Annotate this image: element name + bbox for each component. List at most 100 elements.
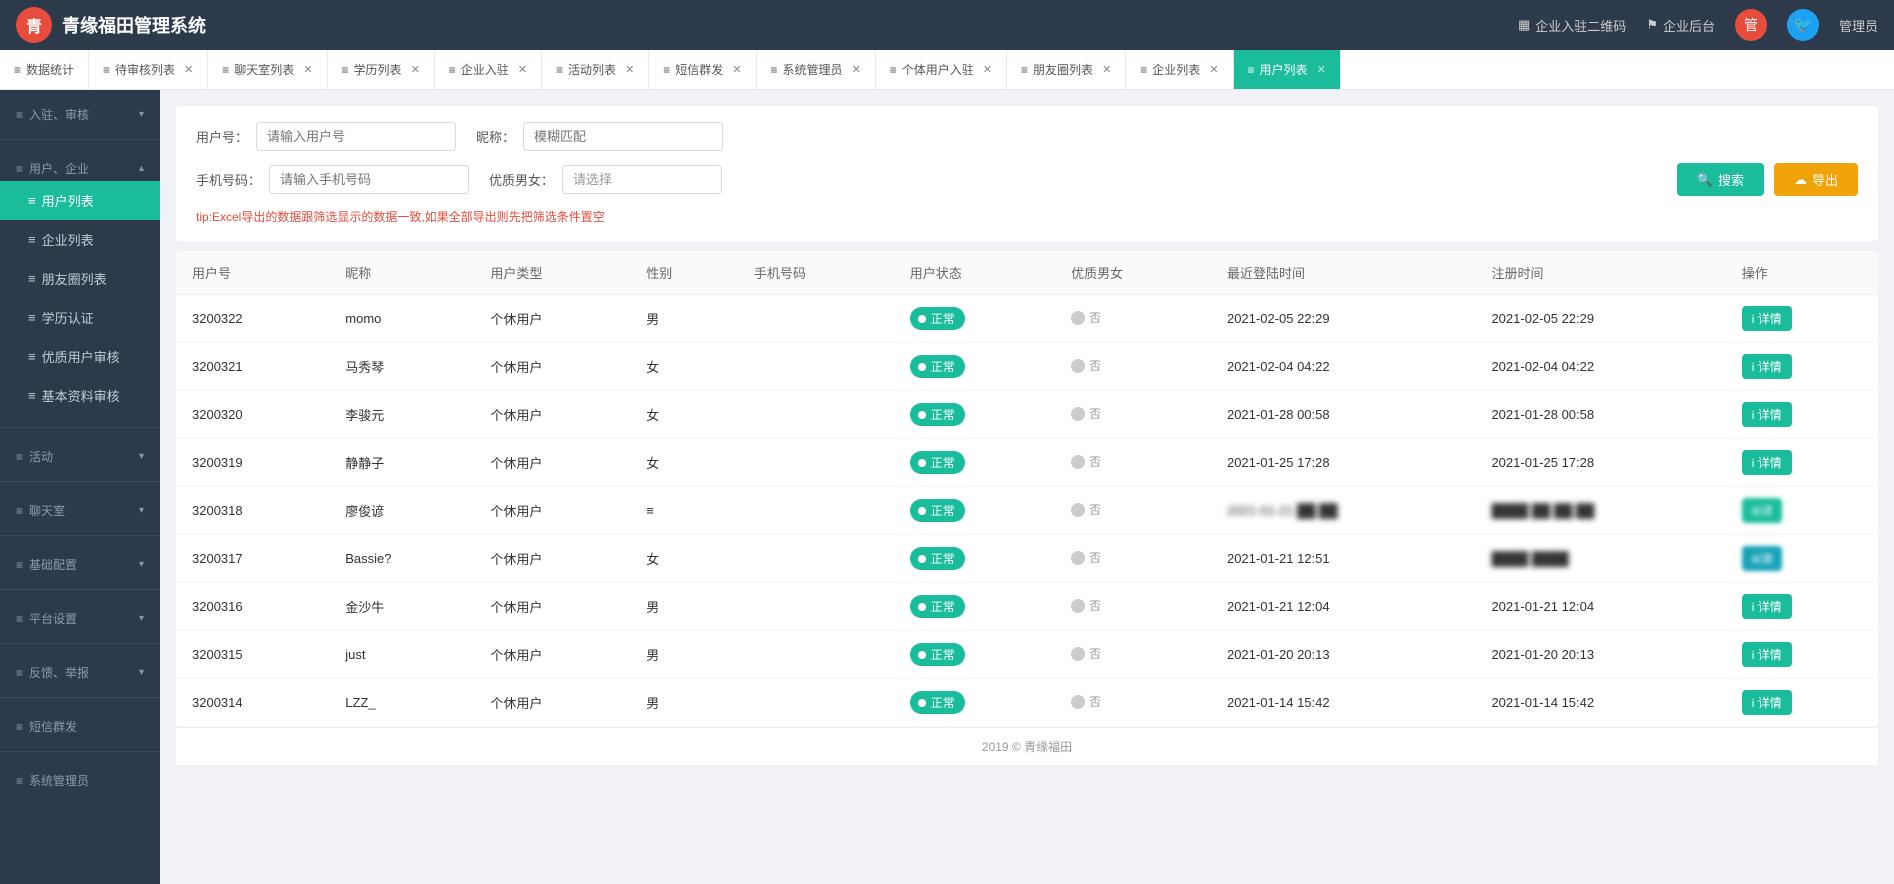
table-row: 3200316 金沙牛 个休用户 男 正常 否 2021-01-21 12:04…	[176, 583, 1878, 631]
tab-enterprise-settle[interactable]: ≡ 企业入驻 ✕	[435, 50, 542, 90]
menu-dot: ≡	[28, 193, 36, 208]
tab-activity[interactable]: ≡ 活动列表 ✕	[542, 50, 649, 90]
tab-close-icon[interactable]: ✕	[184, 63, 193, 76]
sidebar-header-feedback[interactable]: ≡ 反馈、举报 ▾	[0, 656, 160, 685]
tab-close-icon[interactable]: ✕	[1317, 63, 1326, 76]
quality-toggle[interactable]: 否	[1071, 549, 1101, 566]
sidebar-item-education[interactable]: ≡ 学历认证	[0, 298, 160, 337]
status-badge[interactable]: 正常	[910, 499, 965, 522]
tab-pending-review[interactable]: ≡ 待审核列表 ✕	[89, 50, 208, 90]
cell-gender: 男	[630, 631, 738, 679]
tab-close-icon[interactable]: ✕	[1102, 63, 1111, 76]
sidebar-header-config[interactable]: ≡ 基础配置 ▾	[0, 548, 160, 577]
sidebar-item-quality-review[interactable]: ≡ 优质用户审核	[0, 337, 160, 376]
search-button[interactable]: 🔍 搜索	[1677, 163, 1764, 196]
menu-icon: ≡	[16, 450, 23, 464]
tab-sms[interactable]: ≡ 短信群发 ✕	[649, 50, 756, 90]
cell-quality: 否	[1055, 487, 1211, 535]
nickname-input[interactable]	[523, 122, 723, 151]
table-row: 3200318 廖俊谚 个休用户 ≡ 正常 否 2021-01-21 ██:██…	[176, 487, 1878, 535]
cell-nickname: Bassie?	[329, 535, 474, 583]
tab-system-admin[interactable]: ≡ 系统管理员 ✕	[757, 50, 876, 90]
tab-chatroom[interactable]: ≡ 聊天室列表 ✕	[208, 50, 327, 90]
phone-group: 手机号码：	[196, 165, 469, 194]
cell-status: 正常	[894, 295, 1055, 343]
sidebar-item-enterprise-list[interactable]: ≡ 企业列表	[0, 220, 160, 259]
tab-close-icon[interactable]: ✕	[983, 63, 992, 76]
detail-button[interactable]: i 详情	[1742, 450, 1792, 475]
cell-user-id: 3200322	[176, 295, 329, 343]
tab-education[interactable]: ≡ 学历列表 ✕	[328, 50, 435, 90]
tab-close-icon[interactable]: ✕	[732, 63, 741, 76]
cell-user-type: 个休用户	[474, 679, 630, 727]
status-badge[interactable]: 正常	[910, 643, 965, 666]
tab-close-icon[interactable]: ✕	[852, 63, 861, 76]
detail-button[interactable]: i 详情	[1742, 354, 1792, 379]
detail-button[interactable]: iti详	[1742, 498, 1783, 523]
detail-button[interactable]: iti消	[1742, 546, 1783, 571]
chevron-icon: ▾	[139, 667, 144, 678]
tab-close-icon[interactable]: ✕	[411, 63, 420, 76]
cell-last-login: 2021-01-28 00:58	[1211, 391, 1475, 439]
status-badge[interactable]: 正常	[910, 307, 965, 330]
sidebar-item-profile-review[interactable]: ≡ 基本资料审核	[0, 376, 160, 415]
sidebar-item-user-list[interactable]: ≡ 用户列表	[0, 181, 160, 220]
sidebar-header-users[interactable]: ≡ 用户、企业 ▴	[0, 152, 160, 181]
quality-toggle[interactable]: 否	[1071, 501, 1101, 518]
tab-icon: ≡	[449, 63, 456, 77]
tab-data-stats[interactable]: ≡ 数据统计	[0, 50, 89, 90]
quality-toggle[interactable]: 否	[1071, 645, 1101, 662]
quality-toggle[interactable]: 否	[1071, 453, 1101, 470]
status-badge[interactable]: 正常	[910, 451, 965, 474]
footer-text: 2019 © 青缘福田	[982, 740, 1072, 754]
sidebar-header-activity[interactable]: ≡ 活动 ▾	[0, 440, 160, 469]
tab-close-icon[interactable]: ✕	[625, 63, 634, 76]
quality-toggle[interactable]: 否	[1071, 405, 1101, 422]
cell-register: ████ ████	[1475, 535, 1725, 583]
quality-select[interactable]: 请选择 是 否	[562, 165, 722, 194]
quality-toggle[interactable]: 否	[1071, 309, 1101, 326]
sidebar-header-platform[interactable]: ≡ 平台设置 ▾	[0, 602, 160, 631]
tab-moments[interactable]: ≡ 朋友圈列表 ✕	[1007, 50, 1126, 90]
detail-button[interactable]: i 详情	[1742, 402, 1792, 427]
sidebar-header-settle[interactable]: ≡ 入驻、审核 ▾	[0, 98, 160, 127]
status-badge[interactable]: 正常	[910, 595, 965, 618]
sidebar-header-sysadmin[interactable]: ≡ 系统管理员	[0, 764, 160, 793]
cell-phone	[738, 679, 894, 727]
tab-close-icon[interactable]: ✕	[518, 63, 527, 76]
detail-button[interactable]: i 详情	[1742, 306, 1792, 331]
detail-button[interactable]: i 详情	[1742, 690, 1792, 715]
phone-label: 手机号码：	[196, 170, 261, 189]
status-badge[interactable]: 正常	[910, 691, 965, 714]
status-badge[interactable]: 正常	[910, 355, 965, 378]
detail-button[interactable]: i 详情	[1742, 594, 1792, 619]
phone-input[interactable]	[269, 165, 469, 194]
detail-button[interactable]: i 详情	[1742, 642, 1792, 667]
tab-close-icon[interactable]: ✕	[303, 63, 312, 76]
col-register: 注册时间	[1475, 251, 1725, 295]
user-id-input[interactable]	[256, 122, 456, 151]
table-row: 3200319 静静子 个休用户 女 正常 否 2021-01-25 17:28…	[176, 439, 1878, 487]
user-avatar[interactable]: 管	[1735, 9, 1767, 41]
tab-close-icon[interactable]: ✕	[1209, 63, 1218, 76]
tab-user-list[interactable]: ≡ 用户列表 ✕	[1234, 50, 1341, 90]
tab-enterprise-list[interactable]: ≡ 企业列表 ✕	[1126, 50, 1233, 90]
quality-toggle[interactable]: 否	[1071, 357, 1101, 374]
sidebar-header-sms[interactable]: ≡ 短信群发	[0, 710, 160, 739]
table-row: 3200322 momo 个休用户 男 正常 否 2021-02-05 22:2…	[176, 295, 1878, 343]
enterprise-qr-link[interactable]: ▦ 企业入驻二维码	[1518, 16, 1626, 35]
export-button[interactable]: ☁ 导出	[1774, 163, 1858, 196]
tab-individual-settle[interactable]: ≡ 个体用户入驻 ✕	[876, 50, 1007, 90]
status-badge[interactable]: 正常	[910, 547, 965, 570]
sidebar-item-moments[interactable]: ≡ 朋友圈列表	[0, 259, 160, 298]
cell-gender: 男	[630, 295, 738, 343]
quality-toggle[interactable]: 否	[1071, 693, 1101, 710]
quality-toggle[interactable]: 否	[1071, 597, 1101, 614]
chevron-icon: ▾	[139, 559, 144, 570]
status-badge[interactable]: 正常	[910, 403, 965, 426]
col-user-type: 用户类型	[474, 251, 630, 295]
cell-nickname: just	[329, 631, 474, 679]
sidebar-header-chatroom[interactable]: ≡ 聊天室 ▾	[0, 494, 160, 523]
cell-register: 2021-01-28 00:58	[1475, 391, 1725, 439]
enterprise-backend-link[interactable]: ⚑ 企业后台	[1646, 16, 1715, 35]
